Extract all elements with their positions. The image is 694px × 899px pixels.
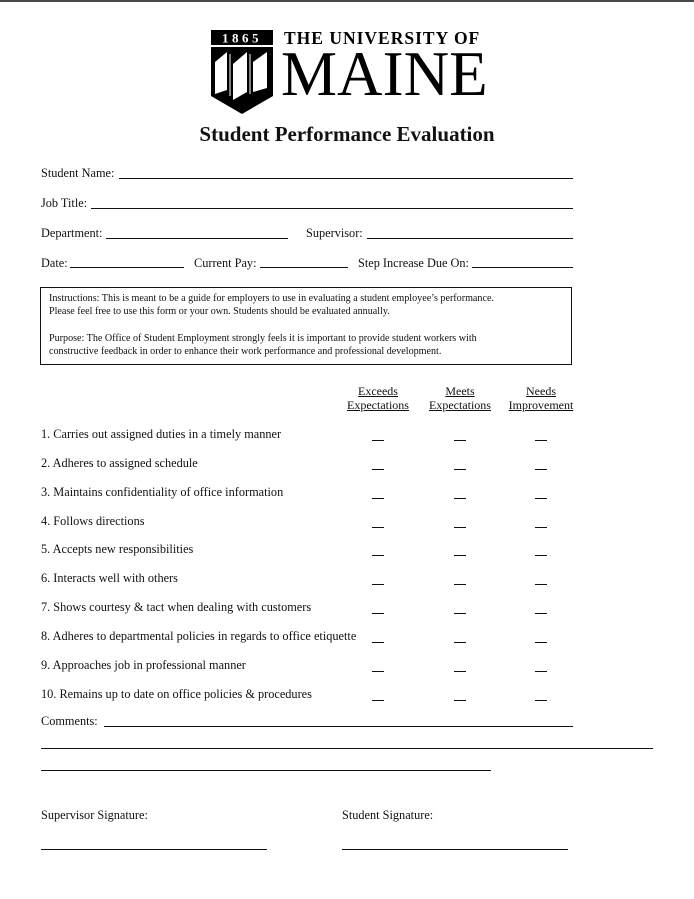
- supervisor-signature-field[interactable]: [41, 849, 267, 850]
- rating-blank-needs-improvement[interactable]: [535, 526, 547, 528]
- job-title-label: Job Title:: [41, 196, 88, 210]
- page-title: Student Performance Evaluation: [199, 122, 495, 146]
- step-increase-field[interactable]: [472, 267, 573, 268]
- rating-blank-exceeds-expectations[interactable]: [372, 526, 384, 528]
- column-header-line-1: Needs: [526, 384, 556, 398]
- rating-blank-needs-improvement[interactable]: [535, 440, 547, 441]
- comments-field-line-1[interactable]: [104, 726, 573, 727]
- comments-label: Comments:: [41, 714, 98, 728]
- criteria-label: 5. Accepts new responsibilities: [41, 542, 194, 557]
- rating-blank-exceeds-expectations[interactable]: [372, 613, 384, 615]
- rating-blank-exceeds-expectations[interactable]: [372, 584, 384, 586]
- column-header-line-2: Expectations: [347, 398, 409, 412]
- rating-blank-meets-expectations[interactable]: [454, 468, 466, 470]
- current-pay-label: Current Pay:: [194, 256, 257, 270]
- purpose-line-1: Purpose: The Office of Student Employmen…: [49, 333, 477, 344]
- department-field[interactable]: [106, 238, 288, 239]
- criteria-label: 2. Adheres to assigned schedule: [41, 455, 198, 470]
- logo-maine: MAINE: [281, 38, 488, 109]
- comments-field-line-3[interactable]: [41, 770, 491, 771]
- rating-blank-exceeds-expectations[interactable]: [372, 699, 384, 701]
- criteria-label: 6. Interacts well with others: [41, 571, 178, 586]
- rating-blank-meets-expectations[interactable]: [454, 497, 466, 499]
- criteria-label: 4. Follows directions: [41, 513, 145, 528]
- instructions-line-2: Please feel free to use this form or you…: [49, 306, 390, 317]
- university-shield-icon: 1865: [211, 30, 273, 114]
- supervisor-signature-label: Supervisor Signature:: [41, 808, 148, 822]
- column-header-exceeds-expectations: Exceeds Expectations: [333, 384, 423, 412]
- rating-blank-needs-improvement[interactable]: [535, 613, 547, 615]
- column-header-meets-expectations: Meets Expectations: [415, 384, 505, 412]
- rating-blank-meets-expectations[interactable]: [454, 670, 466, 672]
- criteria-label: 10. Remains up to date on office policie…: [41, 686, 312, 701]
- criteria-label: 9. Approaches job in professional manner: [41, 657, 246, 672]
- student-name-field[interactable]: [119, 178, 573, 179]
- rating-blank-exceeds-expectations[interactable]: [372, 497, 384, 499]
- rating-blank-meets-expectations[interactable]: [454, 641, 466, 643]
- student-name-label: Student Name:: [41, 166, 115, 180]
- logo-year: 1865: [222, 31, 262, 46]
- student-signature-field[interactable]: [342, 849, 568, 850]
- rating-blank-needs-improvement[interactable]: [535, 497, 547, 499]
- column-header-line-1: Meets: [445, 384, 475, 398]
- instructions-box: Instructions: This is meant to be a guid…: [40, 287, 572, 365]
- criteria-label: 8. Adheres to departmental policies in r…: [41, 628, 357, 643]
- rating-blank-needs-improvement[interactable]: [535, 670, 547, 672]
- rating-blank-meets-expectations[interactable]: [454, 526, 466, 528]
- step-increase-label: Step Increase Due On:: [358, 256, 469, 270]
- department-label: Department:: [41, 226, 103, 240]
- rating-blank-needs-improvement[interactable]: [535, 555, 547, 557]
- rating-blank-meets-expectations[interactable]: [454, 699, 466, 701]
- rating-blank-exceeds-expectations[interactable]: [372, 555, 384, 557]
- comments-field-line-2[interactable]: [41, 748, 653, 749]
- rating-blank-needs-improvement[interactable]: [535, 584, 547, 586]
- rating-blank-needs-improvement[interactable]: [535, 699, 547, 701]
- rating-blank-exceeds-expectations[interactable]: [372, 670, 384, 672]
- criteria-label: 3. Maintains confidentiality of office i…: [41, 484, 284, 499]
- rating-blank-meets-expectations[interactable]: [454, 613, 466, 615]
- rating-blank-exceeds-expectations[interactable]: [372, 468, 384, 470]
- date-label: Date:: [41, 256, 68, 270]
- current-pay-field[interactable]: [260, 267, 348, 268]
- rating-blank-needs-improvement[interactable]: [535, 468, 547, 470]
- date-field[interactable]: [70, 267, 184, 268]
- purpose-line-2: constructive feedback in order to enhanc…: [49, 346, 442, 357]
- rating-blank-exceeds-expectations[interactable]: [372, 641, 384, 643]
- column-header-needs-improvement: Needs Improvement: [496, 384, 586, 412]
- supervisor-field[interactable]: [367, 238, 573, 239]
- rating-blank-meets-expectations[interactable]: [454, 584, 466, 586]
- window-top-border: [0, 0, 694, 2]
- column-header-line-1: Exceeds: [358, 384, 398, 398]
- student-signature-label: Student Signature:: [342, 808, 434, 822]
- column-header-line-2: Expectations: [429, 398, 491, 412]
- rating-blank-meets-expectations[interactable]: [454, 440, 466, 441]
- rating-blank-meets-expectations[interactable]: [454, 555, 466, 557]
- university-logo: 1865 THE UNIVERSITY OF MAINE: [211, 28, 491, 114]
- column-header-line-2: Improvement: [508, 398, 574, 412]
- job-title-field[interactable]: [91, 208, 573, 209]
- criteria-label: 7. Shows courtesy & tact when dealing wi…: [41, 600, 312, 615]
- supervisor-label: Supervisor:: [306, 226, 363, 240]
- criteria-label: 1. Carries out assigned duties in a time…: [41, 427, 282, 441]
- instructions-line-1: Instructions: This is meant to be a guid…: [49, 293, 494, 304]
- rating-blank-needs-improvement[interactable]: [535, 641, 547, 643]
- rating-blank-exceeds-expectations[interactable]: [372, 440, 384, 441]
